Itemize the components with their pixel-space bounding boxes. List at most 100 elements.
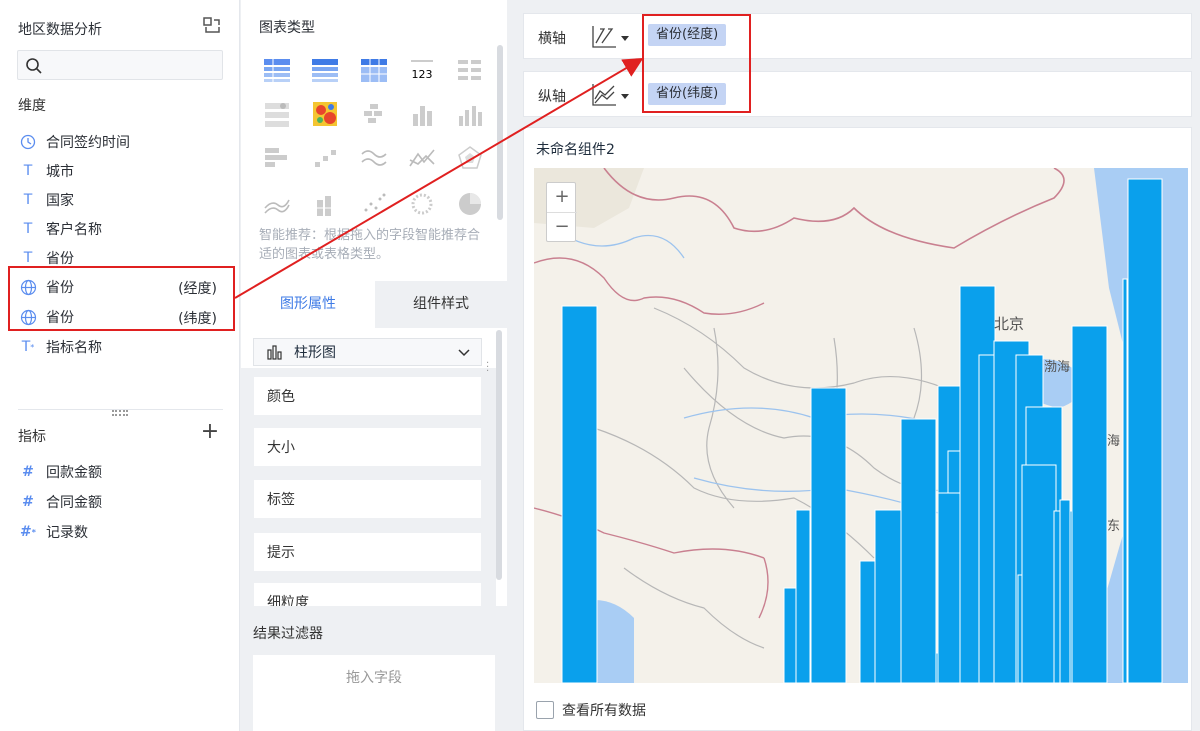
cross-table-icon[interactable] xyxy=(311,56,339,84)
y-axis-row: 纵轴 xyxy=(523,71,1192,117)
chevron-down-icon xyxy=(458,349,470,357)
map-bar[interactable] xyxy=(1127,178,1163,683)
dimension-item-customer[interactable]: T 客户名称 xyxy=(18,215,223,243)
map-bar[interactable] xyxy=(1071,325,1108,683)
dimension-item-country[interactable]: T 国家 xyxy=(18,186,223,214)
property-color[interactable]: 颜色 xyxy=(253,376,482,416)
axis-type-icon[interactable] xyxy=(590,81,618,109)
map-bar[interactable] xyxy=(795,509,811,683)
x-axis-label: 横轴 xyxy=(538,31,566,47)
card-list-icon[interactable] xyxy=(263,100,291,128)
x-axis-row: 横轴 xyxy=(523,13,1192,59)
tab-component-style[interactable]: 组件样式 xyxy=(375,281,507,328)
highlight-box-right xyxy=(642,14,751,113)
pie-chart-icon[interactable] xyxy=(456,190,484,218)
result-filter-title: 结果过滤器 xyxy=(253,626,323,642)
hash-icon: # xyxy=(22,464,34,480)
panel-drag-handle-icon[interactable]: · · · xyxy=(486,359,489,377)
text-type-icon: T xyxy=(23,250,33,266)
text-type-icon: T * xyxy=(21,339,35,355)
map-bar[interactable] xyxy=(1021,464,1057,683)
scatter-bar-icon[interactable] xyxy=(311,144,339,172)
property-size[interactable]: 大小 xyxy=(253,427,482,467)
chart-type-select[interactable]: 柱形图 xyxy=(253,338,482,366)
dimension-item-metric-name[interactable]: T * 指标名称 xyxy=(18,333,223,361)
add-metric-button[interactable]: + xyxy=(200,421,220,443)
map-bar[interactable] xyxy=(783,587,797,683)
dimension-label: 合同签约时间 xyxy=(46,135,130,151)
bar-chart-icon[interactable] xyxy=(408,100,436,128)
polyline-chart-icon[interactable] xyxy=(408,144,436,172)
switch-dataset-icon[interactable] xyxy=(201,15,223,37)
result-filter-section: 结果过滤器 拖入字段 xyxy=(241,606,507,731)
table-icon[interactable] xyxy=(263,56,291,84)
highlight-box-left xyxy=(8,266,235,331)
metric-item-payment[interactable]: # 回款金额 xyxy=(18,458,223,486)
property-label[interactable]: 标签 xyxy=(253,479,482,519)
zoom-in-button[interactable]: + xyxy=(547,183,577,213)
metric-item-record-count[interactable]: # * 记录数 xyxy=(18,518,223,546)
horizontal-bar-icon[interactable] xyxy=(263,144,291,172)
map-canvas[interactable]: 北京 渤海 海 东 + − xyxy=(534,168,1188,683)
search-input[interactable] xyxy=(17,50,223,80)
map-bar[interactable] xyxy=(874,509,902,683)
dimension-label: 客户名称 xyxy=(46,222,102,238)
y-axis-label: 纵轴 xyxy=(538,89,566,105)
dimension-label: 指标名称 xyxy=(46,340,102,356)
chart-type-label: 柱形图 xyxy=(294,345,336,361)
chart-types-title: 图表类型 xyxy=(259,20,315,36)
dimension-label: 省份 xyxy=(46,251,74,267)
axis-type-icon[interactable] xyxy=(590,23,618,51)
map-bar[interactable] xyxy=(900,418,937,683)
map-bar[interactable] xyxy=(561,305,598,683)
show-all-data-checkbox[interactable] xyxy=(536,701,554,719)
grouped-bar-icon[interactable] xyxy=(456,100,484,128)
property-granularity[interactable]: 细粒度 xyxy=(253,582,482,606)
detail-table-icon[interactable] xyxy=(360,56,388,84)
zoom-out-button[interactable]: − xyxy=(547,213,577,243)
map-bar[interactable] xyxy=(1059,499,1071,683)
filter-drop-zone[interactable]: 拖入字段 xyxy=(253,655,495,731)
chart-component: 未命名组件2 北京 渤海 海 东 + − 查看所有数据 xyxy=(523,127,1192,731)
resize-grip-icon[interactable] xyxy=(112,410,128,416)
hash-icon: # * xyxy=(20,524,36,540)
map-bar[interactable] xyxy=(1122,278,1128,683)
metric-label: 合同金额 xyxy=(46,495,102,511)
text-type-icon: T xyxy=(23,192,33,208)
property-tooltip[interactable]: 提示 xyxy=(253,532,482,572)
kpi-number-icon[interactable]: 123 xyxy=(408,56,436,84)
search-icon xyxy=(26,58,42,74)
map-bar[interactable] xyxy=(810,387,847,683)
show-all-data-toggle[interactable]: 查看所有数据 xyxy=(536,700,646,720)
area-chart-icon[interactable] xyxy=(263,190,291,218)
dimension-item-contract-time[interactable]: 合同签约时间 xyxy=(18,128,223,156)
kpi-card-icon[interactable] xyxy=(456,56,484,84)
property-tabs: 图形属性 组件样式 xyxy=(241,281,507,328)
text-type-icon: T xyxy=(23,163,33,179)
chart-config-panel: 图表类型 123 智能推荐：根据拖入的字段智能推荐合适的图表或表格类型。 图形属… xyxy=(241,0,507,731)
chevron-down-icon[interactable] xyxy=(621,36,629,41)
tab-graphic-properties[interactable]: 图形属性 xyxy=(241,281,375,328)
chart-types-scrollbar[interactable] xyxy=(497,45,503,220)
dimension-label: 国家 xyxy=(46,193,74,209)
smart-recommend-hint: 智能推荐：根据拖入的字段智能推荐合适的图表或表格类型。 xyxy=(259,228,481,262)
metric-item-contract-amount[interactable]: # 合同金额 xyxy=(18,488,223,516)
stacked-column-icon[interactable] xyxy=(311,190,339,218)
property-scrollbar[interactable] xyxy=(496,330,502,580)
metric-label: 回款金额 xyxy=(46,465,102,481)
show-all-data-label: 查看所有数据 xyxy=(562,703,646,719)
line-chart-icon[interactable] xyxy=(360,144,388,172)
svg-text:123: 123 xyxy=(412,68,433,81)
radar-chart-icon[interactable] xyxy=(456,144,484,172)
stacked-bar-icon[interactable] xyxy=(360,100,388,128)
bar-overlay xyxy=(561,178,1163,683)
property-list: 颜色 大小 标签 提示 细粒度 xyxy=(241,368,496,606)
chevron-down-icon[interactable] xyxy=(621,94,629,99)
hash-icon: # xyxy=(22,494,34,510)
dimension-item-city[interactable]: T 城市 xyxy=(18,157,223,185)
dot-ring-icon[interactable] xyxy=(408,190,436,218)
text-type-icon: T xyxy=(23,221,33,237)
scatter-plot-icon[interactable] xyxy=(360,190,388,218)
data-panel: 地区数据分析 维度 合同签约时间 T 城市 T 国家 T 客户名称 T 省份 省… xyxy=(0,0,240,731)
heatmap-icon[interactable] xyxy=(311,100,339,128)
